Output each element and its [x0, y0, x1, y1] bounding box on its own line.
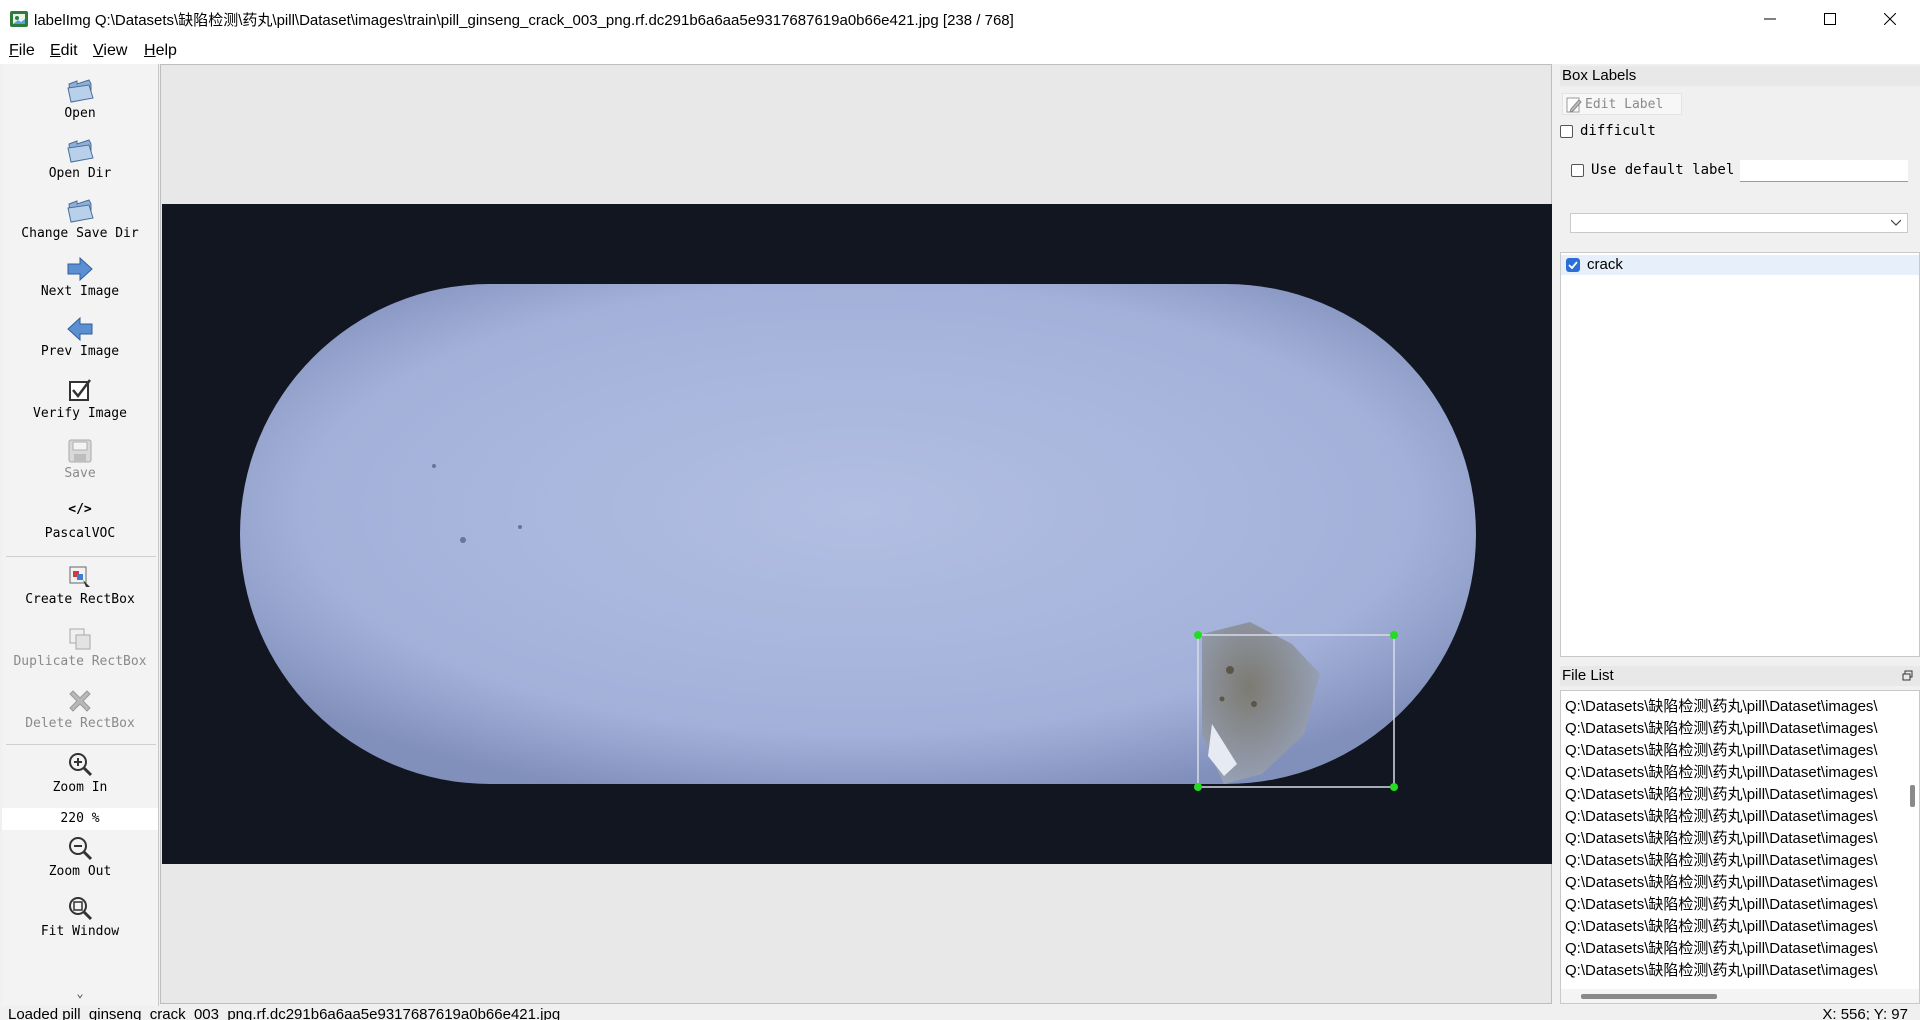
menu-file[interactable]: File: [9, 42, 35, 60]
verify-image-button[interactable]: Verify Image: [2, 376, 158, 421]
app-icon: [10, 11, 28, 27]
zoom-out-icon: [69, 837, 93, 861]
use-default-label-text: Use default label: [1591, 162, 1735, 178]
file-list-item[interactable]: Q:\Datasets\缺陷检测\药丸\pill\Dataset\images\: [1565, 805, 1878, 826]
zoom-in-icon: [69, 753, 93, 777]
scrollbar-thumb[interactable]: [1581, 994, 1717, 999]
delete-icon: [69, 690, 91, 712]
difficult-checkbox[interactable]: [1560, 125, 1573, 138]
maximize-button[interactable]: [1800, 0, 1860, 38]
use-default-label-checkbox[interactable]: [1571, 164, 1584, 177]
arrow-right-icon: [67, 256, 93, 282]
menu-view[interactable]: View: [93, 42, 127, 60]
change-save-dir-button[interactable]: Change Save Dir: [2, 196, 158, 241]
scrollbar-thumb[interactable]: [1910, 785, 1915, 807]
code-icon: </>: [68, 502, 92, 517]
file-list-item[interactable]: Q:\Datasets\缺陷检测\药丸\pill\Dataset\images\: [1565, 915, 1878, 936]
zoom-value-field[interactable]: 220 %: [2, 808, 158, 830]
menu-bar: File Edit View Help: [0, 38, 1920, 64]
open-button[interactable]: Open: [2, 76, 158, 121]
checkbox-check-icon: [69, 379, 91, 401]
folder-open-icon: [67, 199, 94, 223]
cursor-coordinates: X: 556; Y: 97: [1822, 1006, 1908, 1020]
annotated-image[interactable]: [162, 204, 1552, 864]
status-bar: Loaded pill_ginseng_crack_003_png.rf.dc2…: [0, 1006, 1920, 1020]
toolbar-separator: [6, 744, 156, 745]
file-list-item[interactable]: Q:\Datasets\缺陷检测\药丸\pill\Dataset\images\: [1565, 871, 1878, 892]
label-combobox[interactable]: [1570, 213, 1908, 233]
box-labels-title: Box Labels: [1560, 66, 1920, 86]
window-title: labelImg Q:\Datasets\缺陷检测\药丸\pill\Datase…: [34, 12, 1014, 29]
save-icon: [68, 439, 92, 463]
file-list-item[interactable]: Q:\Datasets\缺陷检测\药丸\pill\Dataset\images\: [1565, 717, 1878, 738]
minimize-icon: [1764, 18, 1776, 20]
close-button[interactable]: [1860, 0, 1920, 38]
status-message: Loaded pill_ginseng_crack_003_png.rf.dc2…: [8, 1006, 561, 1020]
file-list-item[interactable]: Q:\Datasets\缺陷检测\药丸\pill\Dataset\images\: [1565, 937, 1878, 958]
file-list-horizontal-scrollbar[interactable]: [1561, 989, 1919, 1003]
delete-rectbox-button[interactable]: Delete RectBox: [2, 686, 158, 731]
label-item-crack[interactable]: crack: [1561, 255, 1919, 275]
create-rectbox-button[interactable]: Create RectBox: [2, 562, 158, 607]
create-rect-icon: [69, 566, 90, 587]
checkbox-checked-icon[interactable]: [1566, 258, 1580, 272]
duplicate-rectbox-button[interactable]: Duplicate RectBox: [2, 624, 158, 669]
arrow-left-icon: [67, 316, 93, 342]
title-bar: labelImg Q:\Datasets\缺陷检测\药丸\pill\Datase…: [0, 0, 1920, 39]
fit-window-button[interactable]: Fit Window: [2, 894, 158, 939]
chevron-down-icon: [1891, 219, 1901, 226]
file-list-item[interactable]: Q:\Datasets\缺陷检测\药丸\pill\Dataset\images\: [1565, 959, 1878, 980]
menu-help[interactable]: Help: [144, 42, 177, 60]
file-list-item[interactable]: Q:\Datasets\缺陷检测\药丸\pill\Dataset\images\: [1565, 893, 1878, 914]
file-list-item[interactable]: Q:\Datasets\缺陷检测\药丸\pill\Dataset\images\: [1565, 695, 1878, 716]
prev-image-button[interactable]: Prev Image: [2, 314, 158, 359]
pill-image: [162, 204, 1552, 864]
maximize-icon: [1824, 13, 1836, 25]
minimize-button[interactable]: [1740, 0, 1800, 38]
save-button[interactable]: Save: [2, 436, 158, 481]
file-list-vertical-scrollbar[interactable]: [1908, 691, 1918, 987]
zoom-out-button[interactable]: Zoom Out: [2, 834, 158, 879]
label-item-text: crack: [1587, 256, 1623, 273]
file-list-item[interactable]: Q:\Datasets\缺陷检测\药丸\pill\Dataset\images\: [1565, 739, 1878, 760]
edit-label-button[interactable]: Edit Label: [1562, 93, 1682, 115]
float-dock-icon[interactable]: [1902, 670, 1913, 681]
menu-edit[interactable]: Edit: [50, 42, 78, 60]
edit-icon: [1566, 97, 1582, 113]
fit-window-icon: [69, 897, 93, 921]
format-button[interactable]: </> PascalVOC: [2, 500, 158, 541]
default-label-input[interactable]: [1740, 160, 1908, 182]
open-dir-button[interactable]: Open Dir: [2, 136, 158, 181]
file-list-title: File List: [1560, 666, 1920, 686]
file-list-item[interactable]: Q:\Datasets\缺陷检测\药丸\pill\Dataset\images\: [1565, 783, 1878, 804]
difficult-label: difficult: [1580, 123, 1656, 139]
file-list-item[interactable]: Q:\Datasets\缺陷检测\药丸\pill\Dataset\images\: [1565, 827, 1878, 848]
next-image-button[interactable]: Next Image: [2, 254, 158, 299]
zoom-in-button[interactable]: Zoom In: [2, 750, 158, 795]
file-list-item[interactable]: Q:\Datasets\缺陷检测\药丸\pill\Dataset\images\: [1565, 849, 1878, 870]
toolbar: Open Open Dir Change Save Dir Next Image…: [2, 64, 159, 1007]
file-list: Q:\Datasets\缺陷检测\药丸\pill\Dataset\images\…: [1560, 690, 1920, 1004]
close-icon: [1884, 13, 1896, 25]
toolbar-separator: [6, 556, 156, 557]
label-list: crack: [1560, 252, 1920, 657]
folder-open-icon: [67, 79, 94, 103]
duplicate-icon: [69, 628, 91, 650]
folder-open-icon: [67, 139, 94, 163]
file-list-item[interactable]: Q:\Datasets\缺陷检测\药丸\pill\Dataset\images\: [1565, 761, 1878, 782]
toolbar-more-button[interactable]: ⌄: [2, 986, 158, 1000]
